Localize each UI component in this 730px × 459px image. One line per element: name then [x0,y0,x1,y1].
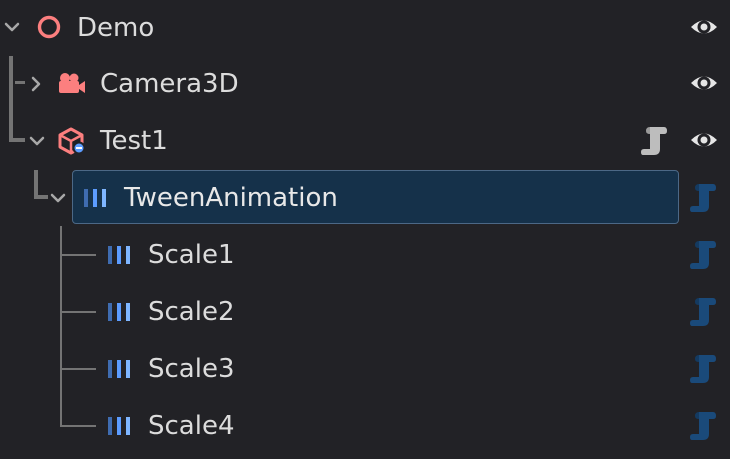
tree-row-demo[interactable]: Demo [0,0,730,57]
node-label: Scale4 [148,411,235,441]
script-icon[interactable] [689,182,717,214]
tree-row-scale4[interactable]: Scale4 [0,398,730,455]
node-label: Scale1 [148,240,235,270]
script-icon[interactable] [689,410,717,442]
tween-animation-icon [108,417,130,435]
chevron-down-icon[interactable] [4,21,20,33]
node-label: Camera3D [100,69,239,99]
tree-row-scale1[interactable]: Scale1 [0,227,730,284]
eye-visibility-icon[interactable] [688,124,720,156]
tween-animation-icon [108,360,130,378]
circle-node-icon [37,15,61,39]
node-label: Scale2 [148,297,235,327]
chevron-right-icon[interactable] [30,76,42,92]
script-icon[interactable] [640,125,668,157]
node-label: TweenAnimation [124,183,338,213]
tree-row-scale2[interactable]: Scale2 [0,284,730,341]
scene-tree: Demo Camera3D Test1 TweenAnimation Scale… [0,0,730,459]
script-icon[interactable] [689,353,717,385]
node-label: Scale3 [148,354,235,384]
chevron-down-icon[interactable] [29,135,45,147]
node-label: Test1 [100,126,168,156]
tween-animation-icon [108,246,130,264]
camera3d-icon [59,73,85,93]
chevron-down-icon[interactable] [50,192,66,204]
tween-animation-icon [108,303,130,321]
tree-row-test1[interactable]: Test1 [0,113,730,170]
script-icon[interactable] [689,296,717,328]
eye-visibility-icon[interactable] [688,67,720,99]
script-icon[interactable] [689,239,717,271]
tween-animation-icon [84,189,106,207]
tree-row-camera3d[interactable]: Camera3D [0,56,730,113]
node-label: Demo [77,13,155,43]
eye-visibility-icon[interactable] [688,11,720,43]
node3d-scene-icon [58,127,86,155]
tree-row-scale3[interactable]: Scale3 [0,341,730,398]
tree-row-tweenanimation[interactable]: TweenAnimation [0,170,730,227]
